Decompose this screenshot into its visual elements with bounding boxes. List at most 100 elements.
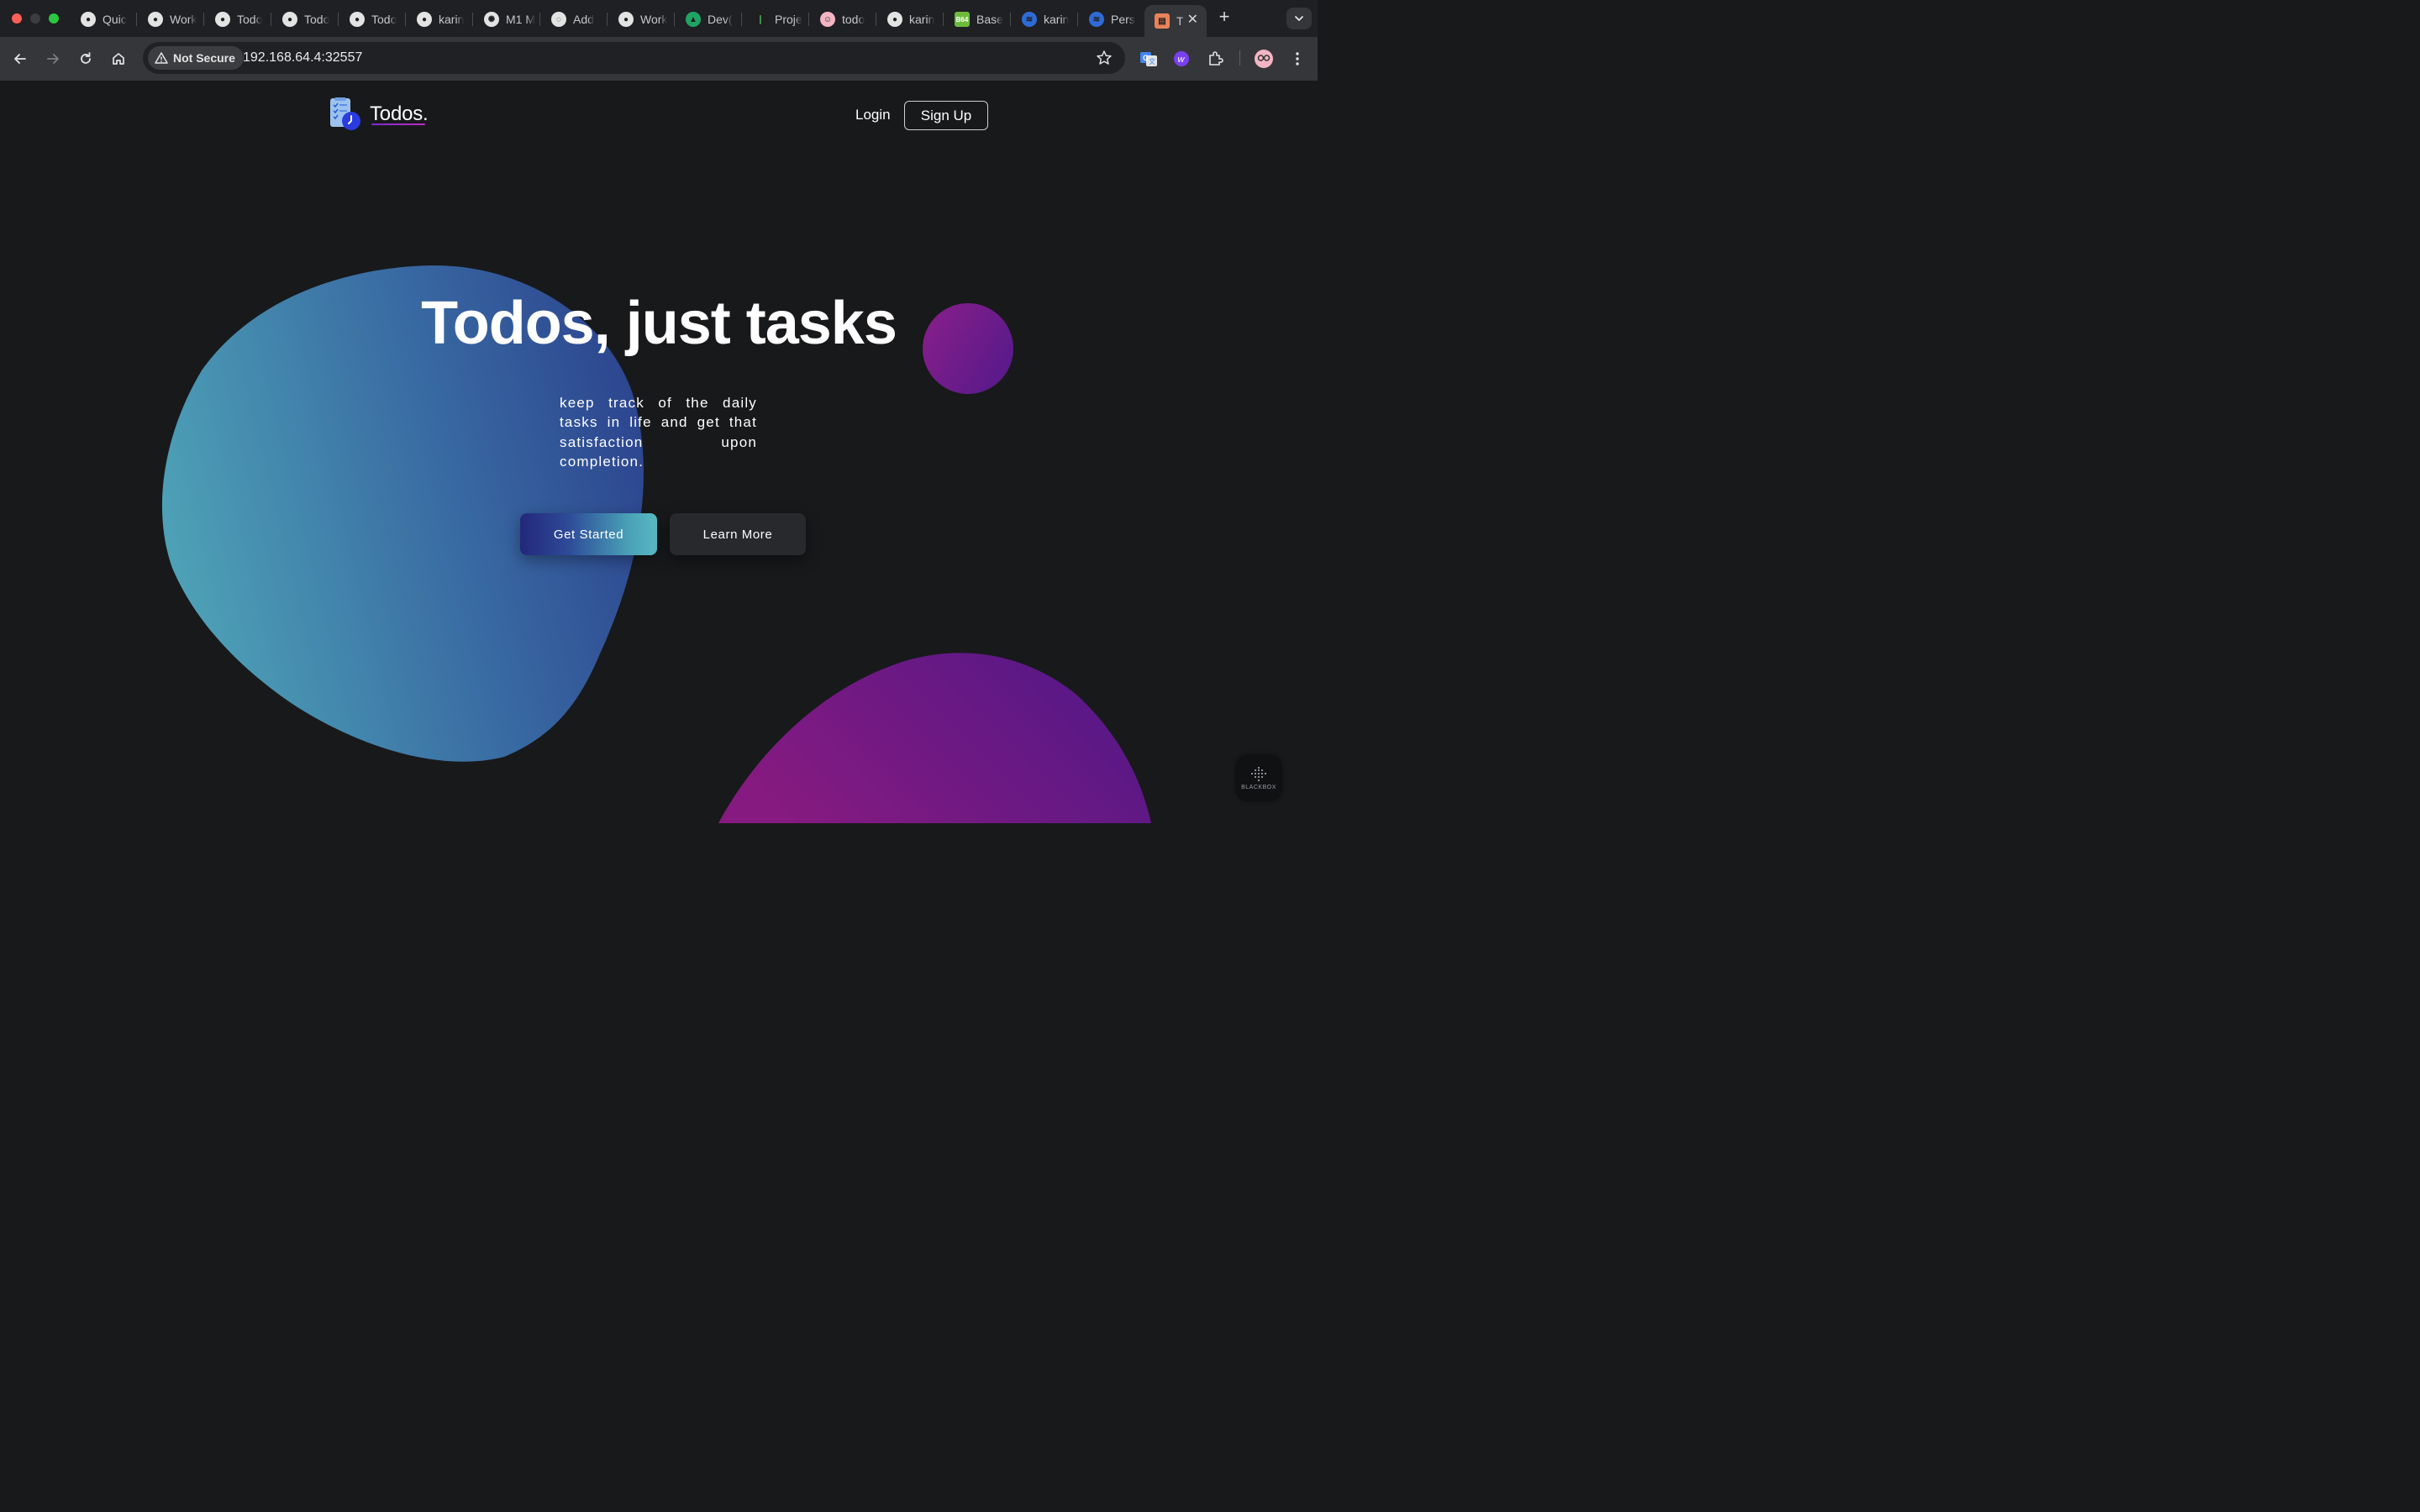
github-icon: ● (215, 12, 230, 27)
more-vertical-icon (1296, 52, 1299, 66)
tab-separator (203, 13, 204, 26)
svg-text:G: G (1143, 54, 1149, 62)
tab-search-button[interactable] (1286, 8, 1312, 29)
home-icon (113, 53, 124, 65)
browser-tab[interactable]: ≋ karin (1012, 7, 1077, 32)
browser-tab[interactable]: ● karin (407, 7, 472, 32)
browser-tab[interactable]: ✺ M1 M (474, 7, 539, 32)
chevron-down-icon (1295, 16, 1303, 22)
url-text[interactable]: 192.168.64.4:32557 (243, 50, 362, 66)
purple-blob (718, 653, 1151, 823)
github-icon: ● (350, 12, 365, 27)
tab-title: Quic (103, 13, 127, 26)
browser-tab[interactable]: ● Todo (272, 7, 338, 32)
tab-active[interactable]: ▤ T ✕ (1144, 5, 1207, 37)
home-button[interactable] (108, 49, 129, 69)
address-bar[interactable]: Not Secure 192.168.64.4:32557 (143, 42, 1125, 74)
tab-separator (338, 13, 339, 26)
tab-separator (1010, 13, 1011, 26)
github-icon: ● (887, 12, 902, 27)
tab-separator (405, 13, 406, 26)
browser-tab[interactable]: ● Quic (71, 7, 136, 32)
tab-title: M1 M (506, 13, 535, 26)
profile-avatar[interactable] (1253, 48, 1275, 70)
github-icon: ● (81, 12, 96, 27)
extension-w-button[interactable]: w (1171, 48, 1192, 70)
puzzle-icon (1209, 51, 1223, 66)
browser-tab[interactable]: ● Work (608, 7, 674, 32)
browser-tab[interactable]: ● karin (877, 7, 943, 32)
browser-toolbar: Not Secure 192.168.64.4:32557 G文 w (0, 37, 1318, 81)
tab-title: Todo (371, 13, 397, 26)
hero-title: Todos, just tasks (421, 290, 897, 357)
signup-button[interactable]: Sign Up (904, 101, 988, 130)
close-tab-icon[interactable]: ✕ (1187, 13, 1198, 27)
get-started-button[interactable]: Get Started (520, 513, 657, 555)
browser-tab[interactable]: B64 Base (944, 7, 1010, 32)
close-window-button[interactable] (12, 13, 22, 24)
arrow-left-icon (14, 54, 26, 64)
blackbox-widget[interactable]: BLACKBOX (1237, 756, 1281, 800)
todos-favicon-icon: ▤ (1155, 13, 1170, 29)
forward-button[interactable] (43, 49, 63, 69)
browser-tab[interactable]: ● Todo (339, 7, 405, 32)
tab-title: karin (1044, 13, 1070, 26)
tab-strip: ● Quic ● Work ● Todo ● Todo ● Todo ● karin ✺ M1 M ◌ Add… (0, 0, 1318, 37)
reload-button[interactable] (76, 49, 96, 69)
logo-text: Todos. (370, 102, 429, 125)
new-tab-button[interactable]: + (1215, 8, 1234, 27)
google-translate-icon: G文 (1140, 52, 1157, 66)
tab-title: Todo (304, 13, 330, 26)
browser-tab[interactable]: ● Todo (205, 7, 271, 32)
google-drive-icon: ▲ (686, 12, 701, 27)
browser-menu-button[interactable] (1286, 48, 1308, 70)
tab-title: Todo (237, 13, 263, 26)
toolbar-divider (1239, 50, 1240, 66)
base64-icon: B64 (955, 12, 970, 27)
github-icon: ● (618, 12, 634, 27)
zoom-window-button[interactable] (49, 13, 59, 24)
tab-title: Work (170, 13, 197, 26)
github-icon: ● (148, 12, 163, 27)
svg-text:文: 文 (1149, 57, 1155, 66)
tab-separator (607, 13, 608, 26)
tab-title: karin (439, 13, 465, 26)
blackbox-logo-icon (1251, 766, 1266, 781)
learn-more-button[interactable]: Learn More (670, 513, 806, 555)
tab-title: Pers (1111, 13, 1135, 26)
tab-title: Proje (775, 13, 802, 26)
github-actions-icon: ◌ (551, 12, 566, 27)
extensions-button[interactable] (1204, 48, 1226, 70)
login-link[interactable]: Login (855, 107, 891, 123)
hero-subtitle: keep track of the daily tasks in life an… (560, 395, 757, 470)
site-logo[interactable]: Todos. (329, 97, 429, 131)
browser-tab[interactable]: ☺ todo (810, 7, 876, 32)
back-button[interactable] (10, 49, 30, 69)
tab-title: Base (976, 13, 1003, 26)
browser-tab[interactable]: ◌ Add (541, 7, 607, 32)
openai-icon: ✺ (484, 12, 499, 27)
tab-separator (472, 13, 473, 26)
browser-tab[interactable]: ❘ Proje (743, 7, 808, 32)
svg-text:w: w (1178, 55, 1186, 65)
tab-separator (808, 13, 809, 26)
warning-icon (155, 52, 168, 64)
avatar-icon: ☺ (820, 12, 835, 27)
google-translate-extension[interactable]: G文 (1138, 48, 1160, 70)
github-icon: ● (282, 12, 297, 27)
browser-tab[interactable]: ▲ Dev( (676, 7, 741, 32)
tab-separator (674, 13, 675, 26)
mongodb-icon: ❘ (753, 12, 768, 27)
tab-separator (136, 13, 137, 26)
browser-tab[interactable]: ● Work (138, 7, 203, 32)
tab-title: Work (640, 13, 668, 26)
browser-tab[interactable]: ≋ Pers (1079, 7, 1144, 32)
reload-icon (81, 52, 91, 64)
minimize-window-button[interactable] (30, 13, 40, 24)
avatar-icon (1255, 50, 1273, 68)
security-label: Not Secure (173, 51, 235, 65)
security-chip[interactable]: Not Secure (148, 46, 244, 70)
tab-separator (1077, 13, 1078, 26)
todo-clipboard-icon (330, 97, 360, 130)
bookmark-star-icon[interactable] (1095, 49, 1113, 67)
